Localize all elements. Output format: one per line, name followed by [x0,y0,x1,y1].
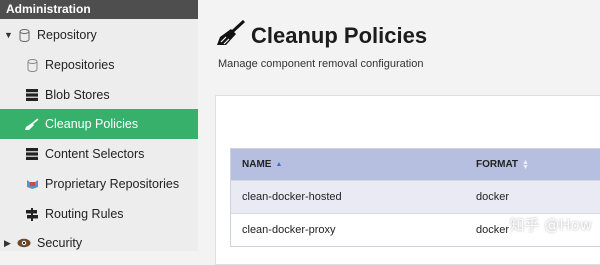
sort-ascending-icon[interactable]: ▲ [275,161,282,168]
cell-format: docker [476,224,510,236]
sidebar-item-repositories[interactable]: Repositories [0,50,198,80]
watermark: 知乎 @How [509,216,593,234]
signpost-icon [25,207,39,221]
sidebar-item-label: Repositories [45,58,115,72]
column-header-name[interactable]: NAME ▲ [231,159,464,170]
proprietary-icon [25,177,39,191]
column-header-format[interactable]: FORMAT ▲ ▼ [464,159,529,171]
sidebar-item-label: Content Selectors [45,147,145,161]
sidebar-item-label: Proprietary Repositories [45,177,180,191]
chevron-right-icon[interactable]: ▶ [4,238,13,249]
table-header: NAME ▲ FORMAT ▲ ▼ [231,149,600,180]
page-header: Cleanup Policies [217,19,428,51]
cell-format: docker [476,191,510,203]
sidebar-item-label: Blob Stores [45,88,110,102]
table-row[interactable]: clean-docker-hosted docker [231,180,600,213]
sidebar-item-proprietary-repositories[interactable]: Proprietary Repositories [0,169,198,199]
policies-panel: NAME ▲ FORMAT ▲ ▼ clean-docker-hosted doc… [215,95,600,265]
sidebar-item-label: Routing Rules [45,207,124,221]
sidebar-item-label: Security [37,236,83,250]
column-label: FORMAT [476,159,519,170]
layers-icon [25,147,39,161]
cell-name: clean-docker-hosted [242,191,342,203]
sidebar-item-routing-rules[interactable]: Routing Rules [0,199,198,229]
server-icon [25,88,39,102]
broom-icon [25,117,39,131]
column-label: NAME [242,159,272,170]
database-icon [17,28,31,42]
sidebar-item-security[interactable]: ▶ Security [0,228,198,251]
sidebar-item-label: Cleanup Policies [45,117,139,131]
page-subtitle: Manage component removal configuration [218,58,424,70]
sidebar-item-content-selectors[interactable]: Content Selectors [0,139,198,169]
sidebar-item-blob-stores[interactable]: Blob Stores [0,80,198,110]
database-icon [25,58,39,72]
cell-name: clean-docker-proxy [242,224,336,236]
sidebar-item-label: Repository [37,28,97,42]
broom-icon [217,19,246,51]
page-title: Cleanup Policies [251,22,428,48]
sidebar-item-cleanup-policies[interactable]: Cleanup Policies [0,109,198,139]
chevron-down-icon[interactable]: ▼ [4,30,13,40]
sidebar-header: Administration [0,0,198,19]
sidebar-item-repository[interactable]: ▼ Repository [0,20,198,50]
sidebar: Administration ▼ Repository Repositories… [0,0,198,251]
sort-icon[interactable]: ▲ ▼ [522,159,529,171]
eye-icon [17,236,31,250]
